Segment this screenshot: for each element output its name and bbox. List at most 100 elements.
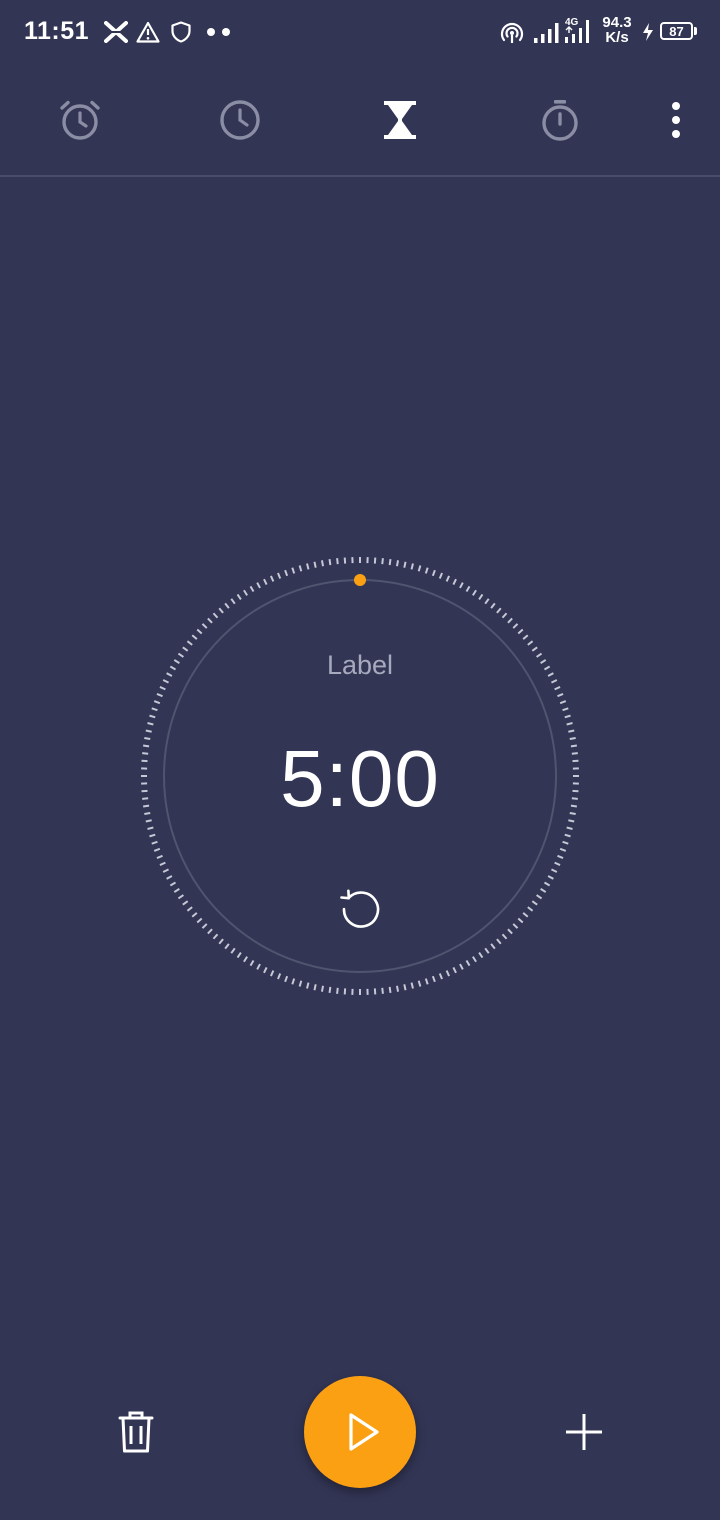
dial-tick bbox=[145, 729, 152, 733]
stopwatch-icon bbox=[542, 99, 578, 141]
dial-tick bbox=[147, 722, 154, 726]
dial-tick bbox=[153, 700, 161, 705]
dial-tick bbox=[551, 868, 558, 873]
dial-tick bbox=[438, 973, 443, 980]
dial-tick bbox=[557, 693, 564, 698]
battery-level: 87 bbox=[669, 24, 684, 39]
dial-tick bbox=[403, 561, 407, 568]
tab-alarm[interactable] bbox=[30, 64, 130, 175]
dial-tick bbox=[536, 894, 543, 900]
dial-tick bbox=[306, 982, 310, 989]
start-timer-button[interactable] bbox=[304, 1376, 416, 1488]
play-icon bbox=[349, 1413, 379, 1451]
dial-tick bbox=[559, 847, 567, 852]
dial-tick bbox=[501, 933, 508, 940]
dial-tick bbox=[452, 578, 457, 585]
tab-clock[interactable] bbox=[190, 64, 290, 175]
dial-tick bbox=[147, 826, 154, 830]
dial-tick bbox=[182, 900, 189, 906]
dial-tick bbox=[465, 585, 471, 593]
dial-tick bbox=[291, 978, 296, 985]
dial-tick bbox=[410, 982, 414, 989]
more-options-button[interactable] bbox=[648, 64, 704, 175]
dial-tick bbox=[186, 906, 193, 912]
network-speed-unit: K/s bbox=[605, 29, 629, 46]
dial-tick bbox=[224, 602, 230, 609]
dial-tick bbox=[277, 572, 282, 579]
battery-tip bbox=[694, 27, 697, 35]
dial-tick bbox=[313, 984, 317, 991]
plus-icon bbox=[566, 1414, 602, 1450]
dial-tick bbox=[507, 928, 513, 935]
dial-tick bbox=[186, 640, 193, 646]
dial-tick bbox=[554, 686, 561, 691]
dial-tick bbox=[284, 975, 289, 983]
dial-tick bbox=[166, 875, 173, 880]
dial-tick bbox=[159, 686, 166, 691]
tab-timer[interactable] bbox=[350, 64, 450, 175]
dial-tick bbox=[156, 854, 163, 859]
reset-icon bbox=[340, 889, 380, 928]
dial-tick bbox=[153, 847, 161, 852]
dial-tick bbox=[236, 593, 242, 600]
dial-tick bbox=[336, 987, 339, 994]
hourglass-icon bbox=[384, 100, 416, 139]
dial-tick bbox=[512, 923, 519, 929]
dial-tick bbox=[173, 888, 180, 893]
timer-progress-dot bbox=[354, 574, 366, 586]
dial-tick bbox=[417, 980, 422, 987]
dial-tick bbox=[417, 565, 422, 572]
dial-tick bbox=[459, 582, 464, 589]
network-type: 4G bbox=[565, 17, 579, 28]
dial-tick bbox=[306, 563, 310, 570]
dial-tick bbox=[151, 707, 158, 712]
dial-tick bbox=[562, 707, 569, 712]
dial-tick bbox=[270, 970, 275, 977]
dial-tick bbox=[336, 558, 339, 565]
dial-tick bbox=[478, 952, 484, 959]
timer-label[interactable]: Label bbox=[140, 650, 580, 681]
add-timer-button[interactable] bbox=[554, 1402, 614, 1462]
charging-icon bbox=[643, 23, 653, 41]
warning-icon bbox=[136, 21, 160, 43]
dial-tick bbox=[270, 575, 275, 582]
dial-tick bbox=[566, 826, 573, 830]
dial-tick bbox=[568, 729, 575, 733]
dial-tick bbox=[298, 565, 303, 572]
dial-tick bbox=[191, 912, 198, 918]
dial-tick bbox=[512, 623, 519, 629]
status-bar: 11:51 4G 94.3 K/s 87 bbox=[0, 0, 720, 64]
alarm-clock-icon bbox=[60, 100, 100, 140]
dial-tick bbox=[517, 628, 524, 635]
dial-tick bbox=[320, 985, 324, 992]
dial-tick bbox=[196, 628, 203, 635]
reset-button[interactable] bbox=[330, 876, 390, 936]
dial-tick bbox=[438, 572, 443, 579]
dial-tick bbox=[381, 558, 384, 565]
dial-tick bbox=[218, 938, 224, 945]
dial-tick bbox=[230, 598, 236, 605]
dial-tick bbox=[177, 894, 184, 900]
dial-tick bbox=[559, 700, 567, 705]
dial-tick bbox=[236, 952, 242, 959]
dial-tick bbox=[543, 881, 551, 887]
network-speed: 94.3 K/s bbox=[598, 15, 636, 45]
dial-tick bbox=[501, 612, 508, 619]
battery-icon: 87 bbox=[660, 22, 693, 40]
timer-time[interactable]: 5:00 bbox=[140, 733, 580, 825]
dial-tick bbox=[496, 938, 502, 945]
dial-tick bbox=[465, 959, 471, 967]
dial-tick bbox=[431, 975, 436, 983]
dial-tick bbox=[496, 607, 502, 614]
dial-tick bbox=[196, 917, 203, 924]
4g-signal-icon: 4G bbox=[565, 17, 589, 43]
dial-tick bbox=[212, 612, 219, 619]
dial-tick bbox=[224, 943, 230, 950]
delete-timer-button[interactable] bbox=[106, 1402, 166, 1462]
dial-tick bbox=[277, 973, 282, 980]
tab-stopwatch[interactable] bbox=[510, 64, 610, 175]
dial-tick bbox=[540, 888, 547, 893]
dial-tick bbox=[388, 558, 392, 566]
dial-tick bbox=[243, 956, 248, 963]
tab-bar bbox=[0, 64, 720, 177]
